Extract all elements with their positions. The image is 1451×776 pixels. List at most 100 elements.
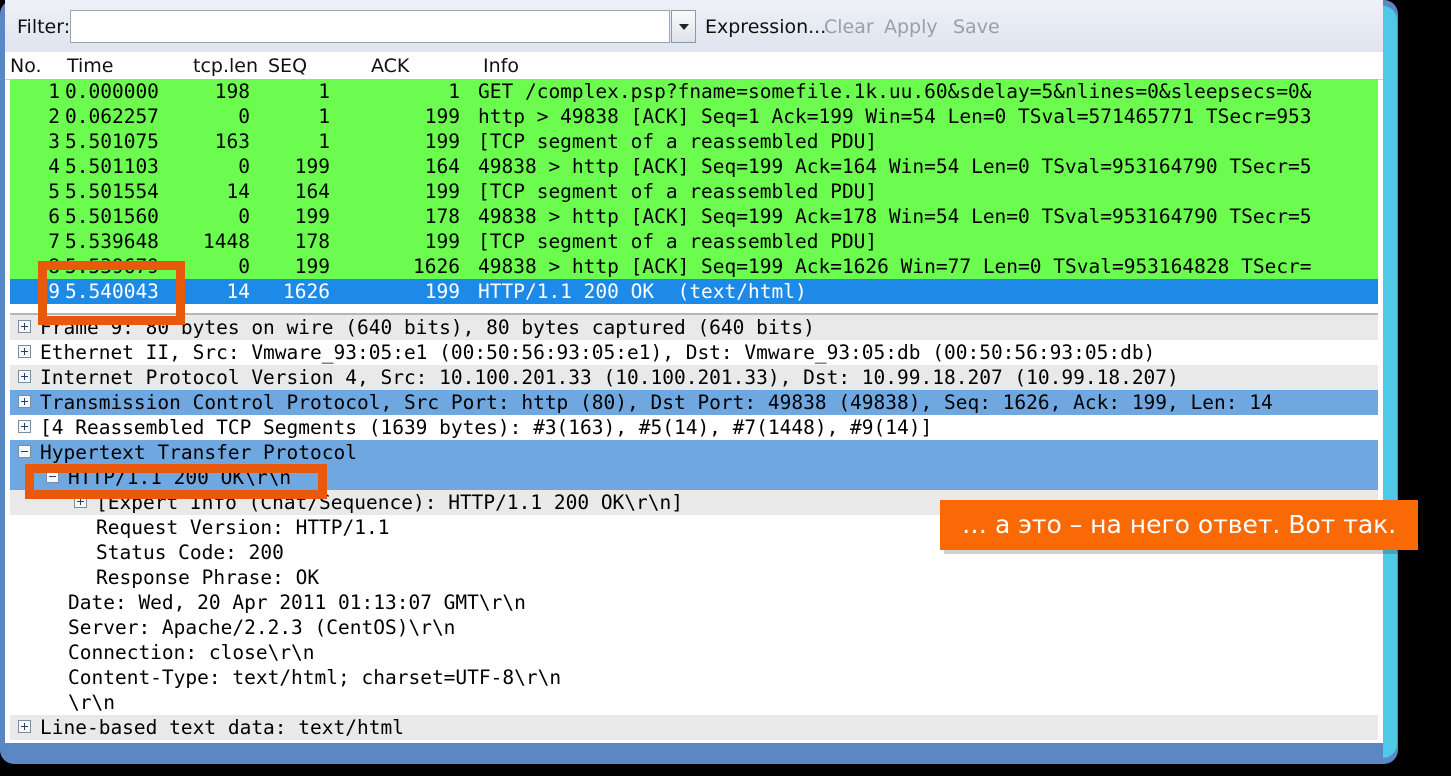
expand-icon[interactable] — [18, 345, 31, 358]
clear-button[interactable]: Clear — [824, 16, 874, 38]
column-header-tcplen[interactable]: tcp.len — [193, 55, 258, 77]
window-frame-edge-highlight — [1383, 6, 1397, 758]
cell-seq: 199 — [294, 205, 330, 228]
wireshark-window: Filter: Expression... Clear Apply Save N… — [5, 0, 1383, 743]
expand-icon[interactable] — [18, 395, 31, 408]
table-row[interactable]: 2 0.062257 0 1 199 http > 49838 [ACK] Seq=1 A… — [10, 104, 1378, 129]
cell-ack: 199 — [424, 280, 460, 303]
save-button[interactable]: Save — [953, 16, 1000, 38]
table-row[interactable]: 1 0.000000 198 1 1 GET /complex.psp?fname=som… — [10, 79, 1378, 104]
cell-seq: 178 — [294, 230, 330, 253]
detail-tree-row[interactable]: Connection: close\r\n — [10, 640, 1378, 665]
expand-icon[interactable] — [18, 370, 31, 383]
table-row[interactable]: 5 5.501554 14 164 199 [TCP segment of a reass… — [10, 179, 1378, 204]
detail-tree-label: [4 Reassembled TCP Segments (1639 bytes)… — [40, 416, 933, 439]
cell-no: 4 — [48, 155, 60, 178]
detail-tree-label: Response Phrase: OK — [96, 566, 320, 589]
detail-tree-row[interactable]: Response Phrase: OK — [10, 565, 1378, 590]
cell-no: 1 — [48, 80, 60, 103]
detail-tree-row[interactable]: Line-based text data: text/html — [10, 715, 1378, 740]
selected-packet-highlight-box — [38, 261, 185, 325]
detail-tree-label: Date: Wed, 20 Apr 2011 01:13:07 GMT\r\n — [68, 591, 526, 614]
cell-ack: 178 — [424, 205, 460, 228]
filter-input[interactable] — [70, 10, 670, 43]
detail-tree-label: Connection: close\r\n — [68, 641, 315, 664]
detail-tree-row[interactable]: Frame 9: 80 bytes on wire (640 bits), 80… — [10, 315, 1378, 340]
detail-tree-label: Ethernet II, Src: Vmware_93:05:e1 (00:50… — [40, 341, 1156, 364]
cell-len: 0 — [238, 255, 250, 278]
table-row[interactable]: 4 5.501103 0 199 164 49838 > http [ACK] Seq=1… — [10, 154, 1378, 179]
detail-tree-label: Server: Apache/2.2.3 (CentOS)\r\n — [68, 616, 456, 639]
table-row[interactable]: 7 5.539648 1448 178 199 [TCP segment of a rea… — [10, 229, 1378, 254]
cell-len: 0 — [238, 205, 250, 228]
cell-len: 0 — [238, 155, 250, 178]
table-row[interactable]: 6 5.501560 0 199 178 49838 > http [ACK] Seq=1… — [10, 204, 1378, 229]
chevron-down-icon — [679, 24, 689, 30]
screenshot-root: Filter: Expression... Clear Apply Save N… — [0, 0, 1451, 776]
cell-ack: 164 — [424, 155, 460, 178]
expand-icon[interactable] — [18, 720, 31, 733]
column-header-info[interactable]: Info — [483, 55, 519, 77]
detail-tree-row[interactable]: \r\n — [10, 690, 1378, 715]
detail-tree-row[interactable]: Server: Apache/2.2.3 (CentOS)\r\n — [10, 615, 1378, 640]
column-header-ack[interactable]: ACK — [371, 55, 409, 77]
cell-no: 7 — [48, 230, 60, 253]
cell-info: 49838 > http [ACK] Seq=199 Ack=178 Win=5… — [478, 206, 1312, 227]
cell-seq: 1 — [318, 105, 330, 128]
expand-icon[interactable] — [18, 320, 31, 333]
detail-tree-row[interactable]: Hypertext Transfer Protocol — [10, 440, 1378, 465]
detail-tree-label: \r\n — [68, 691, 115, 714]
detail-tree-row[interactable]: Internet Protocol Version 4, Src: 10.100… — [10, 365, 1378, 390]
cell-seq: 164 — [294, 180, 330, 203]
cell-info: GET /complex.psp?fname=somefile.1k.uu.60… — [478, 81, 1312, 102]
cell-seq: 1 — [318, 80, 330, 103]
cell-info: [TCP segment of a reassembled PDU] — [478, 181, 878, 202]
detail-tree-label: Transmission Control Protocol, Src Port:… — [40, 391, 1273, 414]
detail-tree-label: Internet Protocol Version 4, Src: 10.100… — [40, 366, 1179, 389]
filter-history-dropdown-button[interactable] — [671, 10, 696, 43]
column-header-time[interactable]: Time — [67, 55, 114, 77]
cell-len: 1448 — [203, 230, 250, 253]
cell-info: [TCP segment of a reassembled PDU] — [478, 131, 878, 152]
expression-button[interactable]: Expression... — [705, 16, 826, 38]
http-status-line-highlight-box — [25, 464, 327, 499]
packet-list-header: No. Time tcp.len SEQ ACK Info — [5, 52, 1383, 80]
cell-len: 163 — [214, 130, 250, 153]
detail-tree-row[interactable]: Date: Wed, 20 Apr 2011 01:13:07 GMT\r\n — [10, 590, 1378, 615]
expand-icon[interactable] — [18, 420, 31, 433]
cell-ack: 1 — [448, 80, 460, 103]
detail-tree-row[interactable]: Content-Type: text/html; charset=UTF-8\r… — [10, 665, 1378, 690]
cell-no: 5 — [48, 180, 60, 203]
cell-seq: 199 — [294, 155, 330, 178]
detail-tree-label: Request Version: HTTP/1.1 — [96, 516, 390, 539]
collapse-icon[interactable] — [18, 445, 31, 458]
cell-no: 6 — [48, 205, 60, 228]
detail-tree-label: Status Code: 200 — [96, 541, 284, 564]
filter-toolbar: Filter: Expression... Clear Apply Save — [5, 0, 1383, 52]
column-header-seq[interactable]: SEQ — [268, 55, 307, 77]
cell-seq: 1 — [318, 130, 330, 153]
table-row[interactable]: 8 5.539679 0 199 1626 49838 > http [ACK] Seq=… — [10, 254, 1378, 279]
cell-len: 14 — [226, 280, 250, 303]
packet-list[interactable]: 1 0.000000 198 1 1 GET /complex.psp?fname=som… — [10, 79, 1378, 311]
detail-tree-row[interactable]: Transmission Control Protocol, Src Port:… — [10, 390, 1378, 415]
filter-label: Filter: — [17, 16, 71, 38]
annotation-callout: … а это – на него ответ. Вот так. — [940, 500, 1419, 550]
cell-info: 49838 > http [ACK] Seq=199 Ack=1626 Win=… — [478, 256, 1312, 277]
cell-no: 2 — [48, 105, 60, 128]
cell-len: 0 — [238, 105, 250, 128]
apply-button[interactable]: Apply — [884, 16, 938, 38]
detail-tree-row[interactable]: Ethernet II, Src: Vmware_93:05:e1 (00:50… — [10, 340, 1378, 365]
cell-info: 49838 > http [ACK] Seq=199 Ack=164 Win=5… — [478, 156, 1312, 177]
detail-tree-row[interactable]: [4 Reassembled TCP Segments (1639 bytes)… — [10, 415, 1378, 440]
table-row[interactable]: 9 5.540043 14 1626 199 HTTP/1.1 200 OK (text/… — [10, 279, 1378, 304]
cell-ack: 199 — [424, 230, 460, 253]
table-row[interactable]: 3 5.501075 163 1 199 [TCP segment of a reasse… — [10, 129, 1378, 154]
detail-tree-label: Content-Type: text/html; charset=UTF-8\r… — [68, 666, 562, 689]
detail-tree-label: Hypertext Transfer Protocol — [40, 441, 357, 464]
cell-seq: 1626 — [283, 280, 330, 303]
cell-info: [TCP segment of a reassembled PDU] — [478, 231, 878, 252]
cell-len: 198 — [214, 80, 250, 103]
cell-info: http > 49838 [ACK] Seq=1 Ack=199 Win=54 … — [478, 106, 1312, 127]
column-header-no[interactable]: No. — [10, 55, 42, 77]
